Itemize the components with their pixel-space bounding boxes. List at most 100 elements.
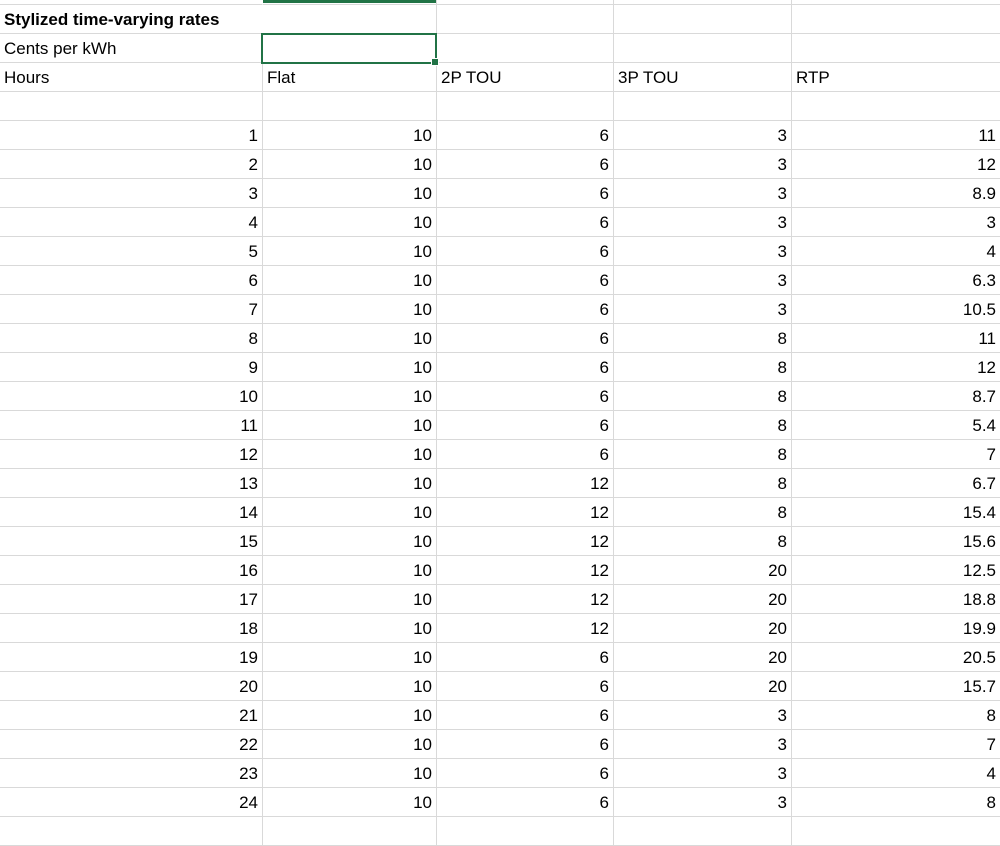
cell[interactable]: [263, 5, 437, 34]
2p-tou-cell[interactable]: 6: [437, 150, 614, 179]
rtp-cell[interactable]: 5.4: [792, 411, 1000, 440]
2p-tou-cell[interactable]: 12: [437, 498, 614, 527]
rtp-cell[interactable]: 12: [792, 150, 1000, 179]
cell[interactable]: [792, 5, 1000, 34]
hour-cell[interactable]: 17: [0, 585, 263, 614]
hour-cell[interactable]: 6: [0, 266, 263, 295]
hour-cell[interactable]: 10: [0, 382, 263, 411]
header-2p-tou[interactable]: 2P TOU: [437, 63, 614, 92]
2p-tou-cell[interactable]: 6: [437, 672, 614, 701]
3p-tou-cell[interactable]: 8: [614, 353, 792, 382]
2p-tou-cell[interactable]: 6: [437, 411, 614, 440]
flat-cell[interactable]: 10: [263, 411, 437, 440]
flat-cell[interactable]: 10: [263, 353, 437, 382]
3p-tou-cell[interactable]: 8: [614, 382, 792, 411]
hour-cell[interactable]: 18: [0, 614, 263, 643]
rtp-cell[interactable]: 8: [792, 788, 1000, 817]
flat-cell[interactable]: 10: [263, 527, 437, 556]
3p-tou-cell[interactable]: 3: [614, 788, 792, 817]
units-cell[interactable]: Cents per kWh: [0, 34, 263, 63]
flat-cell[interactable]: 10: [263, 498, 437, 527]
hour-cell[interactable]: 21: [0, 701, 263, 730]
header-flat[interactable]: Flat: [263, 63, 437, 92]
flat-cell[interactable]: 10: [263, 759, 437, 788]
rtp-cell[interactable]: 6.7: [792, 469, 1000, 498]
2p-tou-cell[interactable]: 6: [437, 643, 614, 672]
3p-tou-cell[interactable]: 3: [614, 237, 792, 266]
2p-tou-cell[interactable]: 6: [437, 701, 614, 730]
cell[interactable]: [792, 34, 1000, 63]
flat-cell[interactable]: 10: [263, 237, 437, 266]
hour-cell[interactable]: 1: [0, 121, 263, 150]
rtp-cell[interactable]: 7: [792, 730, 1000, 759]
cell[interactable]: [437, 5, 614, 34]
3p-tou-cell[interactable]: 20: [614, 614, 792, 643]
hour-cell[interactable]: 7: [0, 295, 263, 324]
hour-cell[interactable]: 16: [0, 556, 263, 585]
2p-tou-cell[interactable]: 6: [437, 121, 614, 150]
hour-cell[interactable]: 9: [0, 353, 263, 382]
flat-cell[interactable]: 10: [263, 788, 437, 817]
2p-tou-cell[interactable]: 6: [437, 295, 614, 324]
2p-tou-cell[interactable]: 6: [437, 353, 614, 382]
cell[interactable]: [614, 817, 792, 846]
hour-cell[interactable]: 8: [0, 324, 263, 353]
rtp-cell[interactable]: 20.5: [792, 643, 1000, 672]
flat-cell[interactable]: 10: [263, 440, 437, 469]
rtp-cell[interactable]: 15.7: [792, 672, 1000, 701]
cell[interactable]: [0, 92, 263, 121]
rtp-cell[interactable]: 3: [792, 208, 1000, 237]
header-rtp[interactable]: RTP: [792, 63, 1000, 92]
3p-tou-cell[interactable]: 8: [614, 411, 792, 440]
2p-tou-cell[interactable]: 12: [437, 585, 614, 614]
3p-tou-cell[interactable]: 3: [614, 266, 792, 295]
3p-tou-cell[interactable]: 20: [614, 643, 792, 672]
hour-cell[interactable]: 13: [0, 469, 263, 498]
2p-tou-cell[interactable]: 6: [437, 788, 614, 817]
flat-cell[interactable]: 10: [263, 179, 437, 208]
cell[interactable]: [0, 817, 263, 846]
rtp-cell[interactable]: 11: [792, 324, 1000, 353]
cell[interactable]: [437, 817, 614, 846]
rtp-cell[interactable]: 15.6: [792, 527, 1000, 556]
3p-tou-cell[interactable]: 8: [614, 469, 792, 498]
rtp-cell[interactable]: 4: [792, 759, 1000, 788]
hour-cell[interactable]: 19: [0, 643, 263, 672]
hour-cell[interactable]: 5: [0, 237, 263, 266]
2p-tou-cell[interactable]: 6: [437, 324, 614, 353]
2p-tou-cell[interactable]: 12: [437, 614, 614, 643]
rtp-cell[interactable]: 12.5: [792, 556, 1000, 585]
rtp-cell[interactable]: 19.9: [792, 614, 1000, 643]
flat-cell[interactable]: 10: [263, 382, 437, 411]
flat-cell[interactable]: 10: [263, 208, 437, 237]
cell[interactable]: [263, 817, 437, 846]
3p-tou-cell[interactable]: 3: [614, 208, 792, 237]
3p-tou-cell[interactable]: 8: [614, 324, 792, 353]
2p-tou-cell[interactable]: 6: [437, 440, 614, 469]
flat-cell[interactable]: 10: [263, 614, 437, 643]
hour-cell[interactable]: 20: [0, 672, 263, 701]
flat-cell[interactable]: 10: [263, 150, 437, 179]
hour-cell[interactable]: 14: [0, 498, 263, 527]
hour-cell[interactable]: 23: [0, 759, 263, 788]
rtp-cell[interactable]: 7: [792, 440, 1000, 469]
cell[interactable]: [614, 5, 792, 34]
rtp-cell[interactable]: 10.5: [792, 295, 1000, 324]
2p-tou-cell[interactable]: 6: [437, 208, 614, 237]
flat-cell[interactable]: 10: [263, 730, 437, 759]
rtp-cell[interactable]: 12: [792, 353, 1000, 382]
title-cell[interactable]: Stylized time-varying rates: [0, 5, 263, 34]
rtp-cell[interactable]: 8.9: [792, 179, 1000, 208]
flat-cell[interactable]: 10: [263, 643, 437, 672]
3p-tou-cell[interactable]: 3: [614, 701, 792, 730]
3p-tou-cell[interactable]: 20: [614, 556, 792, 585]
3p-tou-cell[interactable]: 3: [614, 759, 792, 788]
cell[interactable]: [263, 92, 437, 121]
hour-cell[interactable]: 15: [0, 527, 263, 556]
3p-tou-cell[interactable]: 3: [614, 295, 792, 324]
2p-tou-cell[interactable]: 6: [437, 382, 614, 411]
rtp-cell[interactable]: 4: [792, 237, 1000, 266]
cell[interactable]: [792, 92, 1000, 121]
2p-tou-cell[interactable]: 6: [437, 266, 614, 295]
2p-tou-cell[interactable]: 6: [437, 730, 614, 759]
